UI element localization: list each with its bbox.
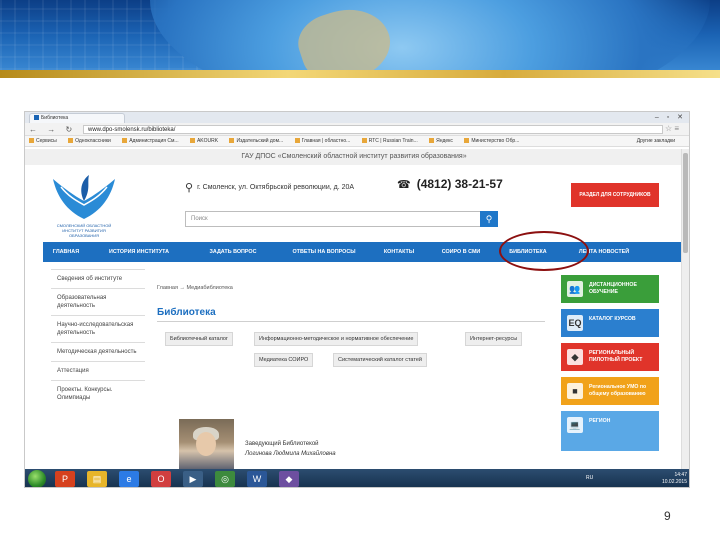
language-indicator[interactable]: RU (586, 475, 593, 481)
subtab-methodical[interactable]: Информационно-методическое и нормативное… (254, 332, 419, 346)
window-controls[interactable]: ‒ ▫ ✕ (655, 113, 686, 121)
subtab-mediateka[interactable]: Медиатека СОИРО (254, 353, 314, 367)
nav-item-contacts[interactable]: КОНТАКТЫ (371, 242, 427, 262)
staff-section-button[interactable]: РАЗДЕЛ ДЛЯ СОТРУДНИКОВ (571, 183, 659, 207)
clock-time: 14:47 (674, 472, 687, 478)
right-button-courses[interactable]: EQ КАТАЛОГ КУРСОВ (561, 309, 659, 337)
right-button-pilot[interactable]: ◆ РЕГИОНАЛЬНЫЙ ПИЛОТНЫЙ ПРОЕКТ (561, 343, 659, 371)
web-page: ГАУ ДПОС «Смоленский областной институт … (25, 149, 683, 469)
nav-item-history[interactable]: ИСТОРИЯ ИНСТИТУТА (89, 242, 189, 262)
tab-title: Библиотека (41, 115, 69, 121)
laptop-icon: 💻 (567, 417, 583, 433)
nav-item-home[interactable]: ГЛАВНАЯ (43, 242, 89, 262)
right-button-distance[interactable]: 👥 ДИСТАНЦИОННОЕ ОБУЧЕНИЕ (561, 275, 659, 303)
bookmarks-bar: Сервисы Одноклассники Администрация См..… (25, 136, 689, 147)
sidebar-item[interactable]: Методическая деятельность (51, 342, 145, 361)
start-button-icon[interactable] (28, 470, 46, 487)
sidebar-item[interactable]: Аттестация (51, 361, 145, 380)
ie-icon[interactable]: e (119, 471, 139, 487)
sidebar: Сведения об институте Образовательная де… (51, 269, 145, 407)
powerpoint-icon[interactable]: P (55, 471, 75, 487)
slide-page-number: 9 (664, 509, 671, 523)
bookmark-item[interactable]: Яндекс (429, 138, 453, 144)
clock-date: 10.02.2015 (661, 479, 687, 485)
breadcrumb[interactable]: Главная → Медиабиблиотека (157, 285, 233, 291)
photo-face (196, 432, 216, 456)
nav-buttons[interactable]: ← → ↻ ⌂ (29, 125, 91, 134)
map-icon: ■ (567, 383, 583, 399)
bookmark-item[interactable]: Издательский дом... (229, 138, 283, 144)
windows-taskbar: P ▤ e O ▶ ◎ W ◆ RU 14:47 10.02.2015 (25, 469, 689, 487)
chrome-icon[interactable]: ◎ (215, 471, 235, 487)
phone-number: (4812) 38-21-57 (416, 177, 503, 191)
address: ⚲ г. Смоленск, ул. Октябрьской революции,… (185, 181, 354, 194)
media-player-icon[interactable]: ▶ (183, 471, 203, 487)
nav-item-answers[interactable]: ОТВЕТЫ НА ВОПРОСЫ (277, 242, 371, 262)
folder-icon[interactable]: ▤ (87, 471, 107, 487)
bookmark-item[interactable]: Администрация См... (122, 138, 179, 144)
url-text: www.dpo-smolensk.ru/biblioteka/ (88, 127, 176, 133)
catalog-icon: EQ (567, 315, 583, 331)
app-icon[interactable]: ◆ (279, 471, 299, 487)
sidebar-item[interactable]: Сведения об институте (51, 269, 145, 288)
people-icon: 👥 (567, 281, 583, 297)
librarian-photo (179, 419, 234, 469)
opera-icon[interactable]: O (151, 471, 171, 487)
page-scrollbar[interactable] (681, 149, 689, 469)
right-button-label: ДИСТАНЦИОННОЕ ОБУЧЕНИЕ (589, 282, 637, 295)
tab-bar: Библиотека ‒ ▫ ✕ (25, 112, 689, 123)
phone: ☎ (4812) 38-21-57 (397, 177, 503, 191)
browser-screenshot: Библиотека ‒ ▫ ✕ ← → ↻ ⌂ www.dpo-smolens… (24, 111, 690, 488)
location-pin-icon: ⚲ (185, 182, 194, 194)
banner-gold-stripe (0, 70, 720, 78)
bookmark-item[interactable]: Сервисы (29, 138, 57, 144)
right-button-label: РЕГИОН (589, 418, 611, 424)
globe-image (150, 0, 710, 78)
person-name: Логинова Людмила Михайловна (245, 451, 336, 457)
pilot-icon: ◆ (567, 349, 583, 365)
scrollbar-thumb[interactable] (683, 153, 688, 253)
other-bookmarks[interactable]: Другие закладки (637, 138, 675, 144)
bookmark-item[interactable]: RTC | Russian Train... (361, 138, 418, 144)
title-divider (157, 321, 545, 322)
search-input[interactable]: Поиск (185, 211, 498, 227)
system-clock[interactable]: 14:47 10.02.2015 (662, 472, 687, 486)
right-button-label: Региональное УМО по общему образованию (589, 384, 647, 397)
address-bar[interactable]: www.dpo-smolensk.ru/biblioteka/ (83, 125, 663, 134)
bookmark-item[interactable]: Главная | областно... (294, 138, 350, 144)
logo-text: СМОЛЕНСКИЙ ОБЛАСТНОЙ ИНСТИТУТ РАЗВИТИЯ О… (56, 223, 112, 238)
slide-banner (0, 0, 720, 78)
nav-item-ask[interactable]: ЗАДАТЬ ВОПРОС (189, 242, 277, 262)
person-role: Заведующий Библиотекой (245, 441, 319, 447)
site-logo[interactable]: СМОЛЕНСКИЙ ОБЛАСТНОЙ ИНСТИТУТ РАЗВИТИЯ О… (47, 171, 121, 241)
right-button-region[interactable]: 💻 РЕГИОН (561, 411, 659, 451)
highlight-circle (499, 231, 589, 271)
nav-item-media[interactable]: СОИРО В СМИ (427, 242, 495, 262)
browser-tab[interactable]: Библиотека (29, 113, 125, 123)
subtab-catalog[interactable]: Библиотечный каталог (165, 332, 233, 346)
address-row: ← → ↻ ⌂ www.dpo-smolensk.ru/biblioteka/ … (25, 123, 689, 136)
sidebar-item[interactable]: Научно-исследовательская деятельность (51, 315, 145, 342)
favicon-icon (34, 115, 39, 120)
right-button-umo[interactable]: ■ Региональное УМО по общему образованию (561, 377, 659, 405)
sidebar-item[interactable]: Образовательная деятельность (51, 288, 145, 315)
sidebar-item[interactable]: Проекты. Конкурсы. Олимпиады (51, 380, 145, 407)
subtab-articles[interactable]: Систематический каталог статей (333, 353, 427, 367)
search-icon[interactable]: ⚲ (480, 211, 498, 227)
bookmark-item[interactable]: AKOURK (189, 138, 218, 144)
page-title: Библиотека (157, 307, 216, 318)
right-button-label: РЕГИОНАЛЬНЫЙ ПИЛОТНЫЙ ПРОЕКТ (589, 350, 643, 363)
site-top-title: ГАУ ДПОС «Смоленский областной институт … (25, 149, 683, 165)
bookmark-star-icon[interactable]: ☆ ≡ (665, 124, 679, 133)
bookmark-item[interactable]: Одноклассники (68, 138, 111, 144)
word-icon[interactable]: W (247, 471, 267, 487)
subtab-internet[interactable]: Интернет-ресурсы (465, 332, 523, 346)
right-button-label: КАТАЛОГ КУРСОВ (589, 316, 636, 322)
bookmark-item[interactable]: Министерство Обр... (464, 138, 519, 144)
phone-icon: ☎ (397, 179, 411, 191)
address-text: г. Смоленск, ул. Октябрьской революции, … (197, 184, 355, 191)
